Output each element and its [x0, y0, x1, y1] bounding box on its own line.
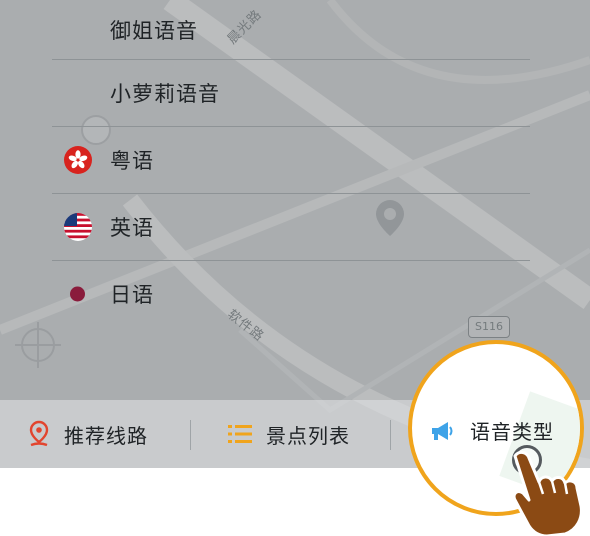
tab-label: 语音类型 — [470, 420, 554, 444]
voice-item-label: 英语 — [110, 216, 154, 240]
us-flag-icon — [64, 213, 92, 241]
japan-dot-icon — [70, 286, 85, 302]
hong-kong-flag-icon — [64, 146, 92, 174]
tab-label: 景点列表 — [266, 423, 350, 448]
voice-item-japanese[interactable]: 日语 — [52, 261, 530, 327]
voice-type-list: 御姐语音 小萝莉语音 粤语 英语 日语 — [52, 0, 530, 327]
pointing-hand-icon — [512, 450, 583, 536]
tab-label: 推荐线路 — [64, 423, 148, 448]
tab-attraction-list[interactable]: 景点列表 — [228, 400, 350, 468]
voice-item-label: 小萝莉语音 — [110, 82, 220, 106]
tab-recommended-route[interactable]: 推荐线路 — [28, 400, 148, 468]
voice-item-english[interactable]: 英语 — [52, 194, 530, 261]
tab-divider — [390, 420, 391, 450]
voice-item-label: 日语 — [110, 283, 154, 307]
megaphone-icon — [432, 421, 453, 440]
voice-item-cantonese[interactable]: 粤语 — [52, 127, 530, 194]
voice-item-label: 御姐语音 — [110, 18, 198, 43]
voice-item-xiaoluoli[interactable]: 小萝莉语音 — [52, 60, 530, 127]
voice-item-label: 粤语 — [110, 149, 154, 173]
voice-item-yujie[interactable]: 御姐语音 — [52, 0, 530, 60]
tab-divider — [190, 420, 191, 450]
list-icon — [228, 425, 252, 443]
route-pin-icon — [29, 420, 49, 447]
tab-voice-type[interactable]: 语音类型 — [430, 416, 554, 445]
